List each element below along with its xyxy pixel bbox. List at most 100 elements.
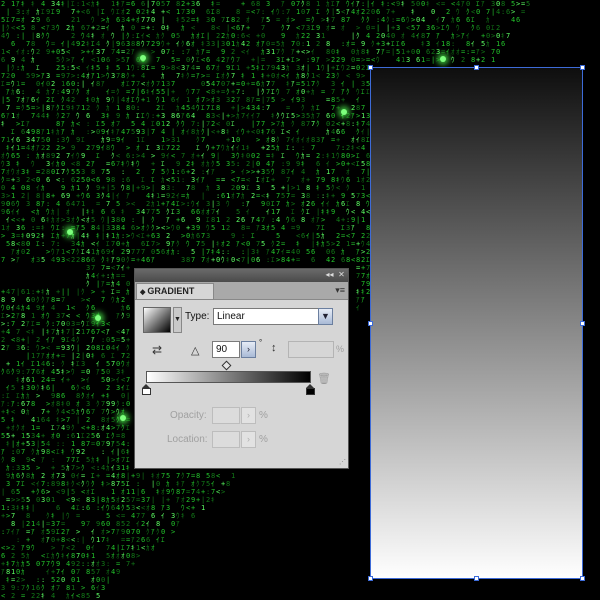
svg-text:>: > [151, 152, 155, 160]
svg-text:7: 7 [286, 136, 290, 144]
svg-text:7: 7 [61, 296, 65, 304]
svg-text:8: 8 [256, 0, 260, 8]
svg-text:0: 0 [476, 8, 480, 16]
svg-text:ｸ: ｸ [271, 240, 275, 248]
svg-text::: : [66, 64, 70, 72]
selection-handle-middle-right[interactable] [580, 321, 585, 326]
svg-text:ｲ: ｲ [81, 56, 85, 64]
svg-text:7: 7 [186, 48, 190, 56]
svg-text:=: = [116, 432, 120, 440]
svg-text:2: 2 [21, 192, 25, 200]
svg-text::: : [101, 448, 105, 456]
swatch-dropdown-button[interactable]: ▼ [173, 307, 182, 333]
svg-text:0: 0 [151, 16, 155, 24]
gradient-slider-bar[interactable] [146, 371, 311, 383]
svg-text:<: < [351, 256, 355, 264]
svg-text:ｳ: ｳ [281, 112, 285, 120]
svg-text:2: 2 [231, 96, 235, 104]
svg-text:<: < [81, 8, 85, 16]
svg-text:3: 3 [141, 128, 145, 136]
svg-text:9: 9 [286, 160, 290, 168]
angle-dropdown-button[interactable]: › [241, 341, 256, 358]
svg-text:=: = [21, 592, 25, 600]
svg-text:9: 9 [396, 0, 400, 8]
selection-handle-top-left[interactable] [368, 65, 373, 70]
gradient-midpoint-diamond[interactable] [221, 360, 232, 371]
gradient-rectangle[interactable] [368, 65, 585, 581]
svg-text:6: 6 [71, 432, 75, 440]
svg-text:=: = [196, 64, 200, 72]
svg-text:ｴ: ｴ [51, 96, 55, 104]
angle-input[interactable]: 90 [212, 341, 240, 358]
type-select[interactable]: Linear ▼ [213, 308, 333, 325]
svg-text:ｶ: ｶ [171, 248, 175, 256]
selection-handle-top-center[interactable] [474, 65, 479, 70]
svg-text:ｵ: ｵ [101, 32, 105, 40]
svg-text:ｵ: ｵ [136, 16, 140, 24]
svg-text:7: 7 [76, 104, 80, 112]
svg-text:+: + [61, 232, 65, 240]
selection-handle-bottom-right[interactable] [580, 576, 585, 581]
svg-text:ｵ: ｵ [191, 152, 195, 160]
panel-titlebar[interactable]: ◂◂ ✕ [135, 269, 348, 282]
svg-text:ｲ: ｲ [161, 512, 165, 520]
close-icon[interactable]: ✕ [336, 270, 347, 280]
svg-text:3: 3 [61, 136, 65, 144]
svg-text:4: 4 [331, 128, 335, 136]
svg-text:2: 2 [76, 352, 80, 360]
svg-text:>: > [246, 168, 250, 176]
panel-menu-icon[interactable]: ▾≡ [335, 285, 345, 295]
svg-text:ｲ: ｲ [326, 200, 330, 208]
artboard-canvas[interactable]: 2 1 ｱｷｷ 4 3 4 ｷ | ｴ:1 < ｶｷ 1 ｷｱ = 6 6 | 7 0 5 7 8 2 +3 6 ｷ = +6 8 3 ｱ 0… [0, 0, 600, 600]
svg-text:ｶ: ｶ [146, 544, 150, 552]
svg-text:9: 9 [6, 472, 10, 480]
svg-text:9: 9 [231, 232, 235, 240]
svg-text:8: 8 [121, 72, 125, 80]
svg-text:ｵ: ｵ [181, 128, 185, 136]
gradient-stop-black[interactable] [306, 384, 315, 395]
svg-text:ｲ: ｲ [246, 208, 250, 216]
svg-text:5: 5 [526, 0, 530, 8]
svg-text:<: < [286, 128, 290, 136]
svg-text:ｵ: ｵ [26, 8, 30, 16]
selection-handle-bottom-left[interactable] [368, 576, 373, 581]
svg-text:ｸ: ｸ [96, 400, 100, 408]
svg-text:4: 4 [26, 144, 30, 152]
gradient-stop-white[interactable] [142, 384, 151, 395]
svg-text:+: + [391, 24, 395, 32]
svg-text:2: 2 [11, 312, 15, 320]
svg-text:>: > [36, 72, 40, 80]
svg-text:+: + [216, 128, 220, 136]
svg-text:7: 7 [111, 528, 115, 536]
chevron-down-icon[interactable]: ▼ [318, 308, 333, 325]
svg-text:=: = [106, 160, 110, 168]
gradient-swatch[interactable] [143, 307, 171, 333]
svg-text:ｲ: ｲ [356, 96, 360, 104]
svg-text:2: 2 [431, 48, 435, 56]
svg-text:=: = [36, 224, 40, 232]
tab-gradient[interactable]: ◆ GRADIENT [136, 283, 214, 299]
svg-text:3: 3 [16, 8, 20, 16]
svg-text:ｱ: ｱ [126, 192, 130, 200]
reverse-gradient-icon[interactable]: ⇄ [149, 342, 165, 358]
svg-text:0: 0 [36, 560, 40, 568]
svg-text:ｸ: ｸ [211, 160, 215, 168]
svg-text:<: < [81, 424, 85, 432]
selection-handle-bottom-center[interactable] [474, 576, 479, 581]
selection-handle-top-right[interactable] [580, 65, 585, 70]
svg-text:7: 7 [266, 80, 270, 88]
svg-text:0: 0 [66, 320, 70, 328]
svg-text:4: 4 [36, 520, 40, 528]
double-arrow-left-icon[interactable]: ◂◂ [324, 270, 335, 280]
trash-icon[interactable]: 🗑 [317, 372, 331, 385]
svg-text:8: 8 [131, 40, 135, 48]
svg-text:ｴ: ｴ [96, 120, 100, 128]
svg-text:3: 3 [46, 72, 50, 80]
svg-text:ｶ: ｶ [46, 288, 50, 296]
svg-text:ｷ: ｷ [26, 168, 30, 176]
svg-text::: : [321, 192, 325, 200]
resize-grip-icon[interactable]: ⋰ [339, 459, 346, 466]
svg-text::: : [171, 48, 175, 56]
svg-text:2: 2 [226, 240, 230, 248]
selection-handle-middle-left[interactable] [368, 321, 373, 326]
